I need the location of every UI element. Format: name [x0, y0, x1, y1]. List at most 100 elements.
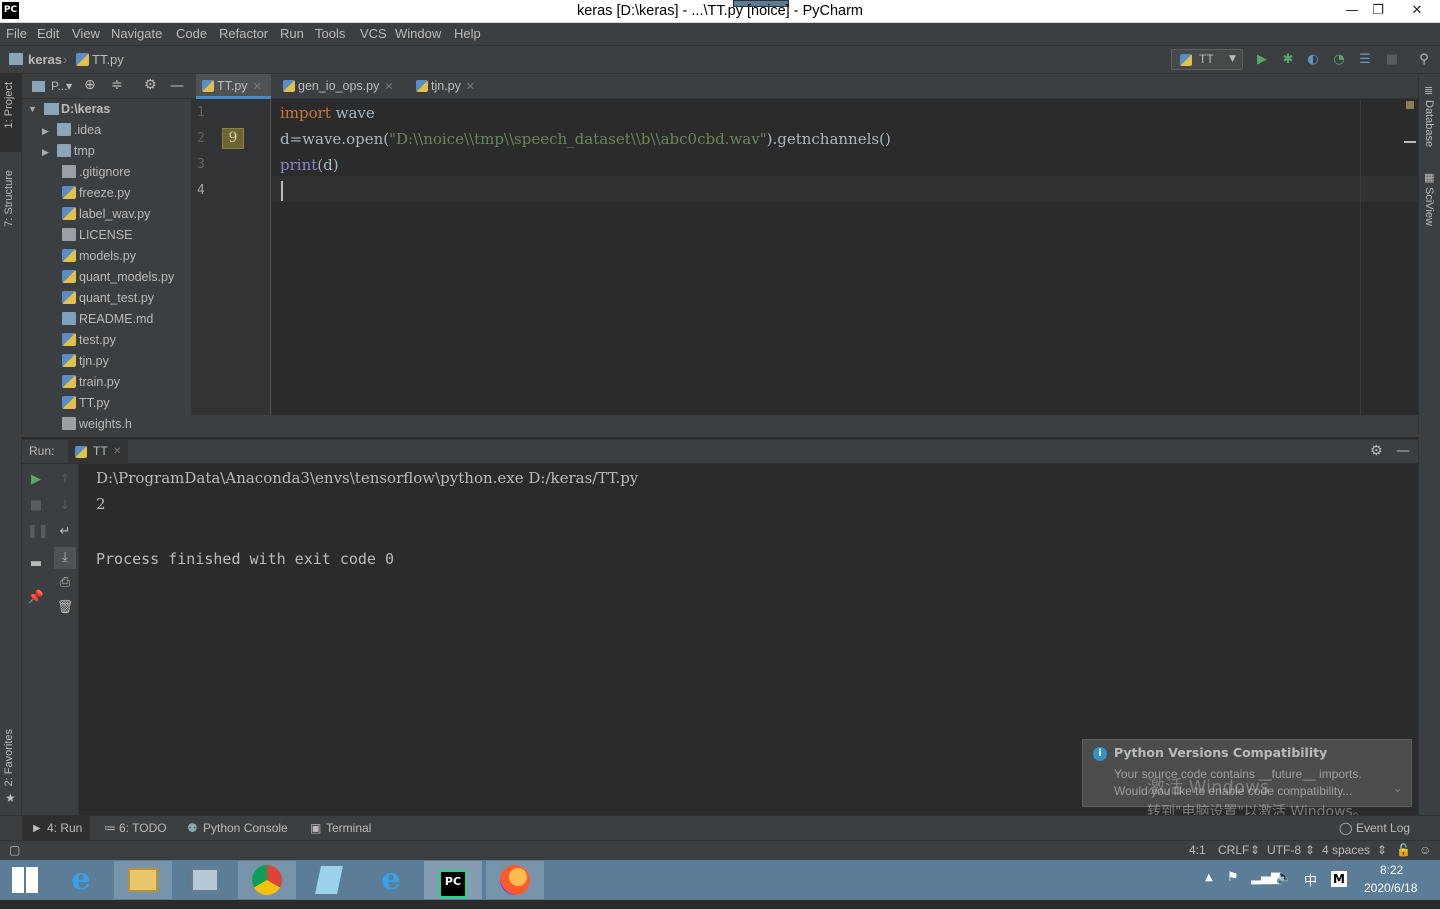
tree-file[interactable]: models.py — [62, 246, 136, 267]
inspector-icon[interactable]: ☺ — [1419, 841, 1431, 860]
menu-window[interactable]: Window — [395, 23, 441, 45]
file-explorer-icon[interactable] — [114, 861, 172, 899]
tab-terminal[interactable]: Terminal — [326, 816, 371, 841]
tree-folder[interactable]: ▶ .idea — [42, 120, 101, 141]
sciview-tool-tab[interactable]: SciView — [1423, 187, 1435, 226]
clock-time[interactable]: 8:22 — [1380, 863, 1403, 877]
close-tab-icon[interactable]: ✕ — [113, 440, 121, 463]
structure-tool-tab[interactable]: 7: Structure — [3, 170, 15, 227]
line-separator[interactable]: CRLF — [1218, 841, 1249, 860]
collapsed-arrow-icon[interactable]: ▶ — [42, 147, 49, 157]
gear-icon[interactable]: ⚙ — [144, 77, 157, 93]
stop-icon[interactable]: ■ — [1384, 52, 1400, 68]
file-encoding[interactable]: UTF-8 — [1267, 841, 1301, 860]
tree-file[interactable]: quant_models.py — [62, 267, 174, 288]
notification-balloon[interactable]: i Python Versions Compatibility Your sou… — [1082, 739, 1412, 820]
pin-icon[interactable]: 📌 — [27, 589, 45, 607]
run-icon[interactable]: ▶ — [1254, 52, 1270, 68]
notepad-icon[interactable] — [300, 861, 358, 899]
print-icon[interactable]: ⎙ — [56, 574, 74, 592]
menu-vcs[interactable]: VCS — [360, 23, 387, 45]
search-icon[interactable]: ⚲ — [1416, 52, 1432, 68]
tree-file[interactable]: freeze.py — [62, 183, 130, 204]
up-arrow-icon[interactable]: ↑ — [56, 471, 74, 489]
coverage-icon[interactable]: ◐ — [1305, 52, 1321, 68]
volume-icon[interactable]: 🔈 — [1276, 870, 1292, 885]
debug-icon[interactable]: ✱ — [1280, 52, 1296, 68]
bookmark-badge[interactable]: 9 — [222, 128, 244, 149]
ime-indicator[interactable]: 中 — [1304, 870, 1317, 889]
internet-explorer-icon[interactable]: e — [52, 861, 110, 899]
tree-file[interactable]: train.py — [62, 372, 120, 393]
locate-icon[interactable]: ⊕ — [84, 77, 96, 93]
error-stripe-mark[interactable] — [1404, 141, 1416, 143]
profile-icon[interactable]: ◔ — [1331, 52, 1347, 68]
layout-icon[interactable]: ▬ — [27, 555, 45, 573]
tab-run[interactable]: 4: Run — [47, 816, 82, 841]
tree-file[interactable]: label_wav.py — [62, 204, 150, 225]
breadcrumb-file[interactable]: TT.py — [92, 46, 124, 73]
menu-view[interactable]: View — [72, 23, 100, 45]
tree-file[interactable]: tjn.py — [62, 351, 109, 372]
control-panel-icon[interactable] — [176, 861, 234, 899]
project-tool-tab[interactable]: 1: Project — [3, 82, 15, 128]
lock-icon[interactable]: 🔓 — [1396, 841, 1411, 860]
tab-python-console[interactable]: Python Console — [203, 816, 288, 841]
flag-icon[interactable]: ⚑ — [1227, 870, 1239, 885]
menu-code[interactable]: Code — [176, 23, 207, 45]
close-button[interactable]: ✕ — [1394, 0, 1440, 23]
firefox-icon[interactable] — [486, 861, 544, 899]
stop-icon[interactable]: ■ — [27, 497, 45, 515]
pause-icon[interactable]: ❚❚ — [27, 523, 49, 541]
inspection-indicator[interactable] — [1406, 101, 1414, 109]
rerun-icon[interactable]: ▶ — [27, 471, 45, 489]
caret-position[interactable]: 4:1 — [1189, 841, 1206, 860]
hide-panel-icon[interactable]: — — [1396, 440, 1410, 463]
menu-run[interactable]: Run — [280, 23, 304, 45]
soft-wrap-icon[interactable]: ↵ — [56, 523, 74, 541]
project-view-select[interactable]: P... — [51, 74, 67, 99]
code-editor[interactable]: import wave d=wave.open("D:\\noice\\tmp\… — [272, 99, 1418, 415]
tree-file[interactable]: README.md — [62, 309, 153, 330]
run-tab-tt[interactable]: TT ✕ — [68, 440, 128, 463]
chrome-icon[interactable] — [238, 861, 296, 899]
trash-icon[interactable]: 🗑 — [56, 599, 74, 617]
database-tool-tab[interactable]: Database — [1423, 100, 1435, 147]
run-config-select[interactable]: TT ▼ — [1171, 49, 1243, 70]
tree-file[interactable]: test.py — [62, 330, 116, 351]
tree-file[interactable]: LICENSE — [62, 225, 133, 246]
down-arrow-icon[interactable]: ↓ — [56, 497, 74, 515]
close-tab-icon[interactable]: ✕ — [466, 81, 475, 93]
menu-navigate[interactable]: Navigate — [111, 23, 162, 45]
ime-mode[interactable]: M — [1331, 871, 1347, 887]
toggle-tool-windows-icon[interactable]: ▢ — [9, 841, 20, 860]
indent-setting[interactable]: 4 spaces — [1322, 841, 1370, 860]
menu-refactor[interactable]: Refactor — [219, 23, 268, 45]
windows-start-icon[interactable] — [0, 861, 50, 899]
menu-tools[interactable]: Tools — [315, 23, 345, 45]
hide-panel-icon[interactable]: — — [170, 74, 184, 99]
chevron-down-icon[interactable]: ⌄ — [1393, 782, 1402, 795]
scroll-to-end-icon[interactable]: ⤓ — [54, 547, 76, 569]
internet-explorer-icon-2[interactable]: e — [362, 861, 420, 899]
gear-icon[interactable]: ⚙ — [1370, 443, 1383, 459]
menu-file[interactable]: File — [6, 23, 27, 45]
menu-help[interactable]: Help — [454, 23, 481, 45]
tree-file[interactable]: quant_test.py — [62, 288, 154, 309]
tab-tt-py[interactable]: TT.py ✕ — [196, 74, 271, 99]
menu-edit[interactable]: Edit — [37, 23, 59, 45]
close-tab-icon[interactable]: ✕ — [253, 81, 262, 93]
pycharm-taskbar-icon[interactable]: PC — [424, 861, 482, 899]
tree-file[interactable]: .gitignore — [62, 162, 130, 183]
tab-tjn-py[interactable]: tjn.py ✕ — [410, 74, 482, 99]
collapse-all-icon[interactable]: ≑ — [111, 77, 123, 93]
clock-date[interactable]: 2020/6/18 — [1364, 881, 1417, 895]
concurrency-icon[interactable]: ☰ — [1357, 52, 1373, 68]
chevron-up-icon[interactable]: ▲ — [1205, 872, 1213, 883]
restore-button[interactable]: ❐ — [1360, 0, 1396, 23]
favorites-tool-tab[interactable]: 2: Favorites — [3, 729, 15, 786]
tree-file[interactable]: weights.h — [62, 414, 132, 435]
tab-todo[interactable]: 6: TODO — [119, 816, 167, 841]
tree-folder[interactable]: ▶ tmp — [42, 141, 95, 162]
breadcrumb-project[interactable]: keras — [28, 46, 62, 73]
